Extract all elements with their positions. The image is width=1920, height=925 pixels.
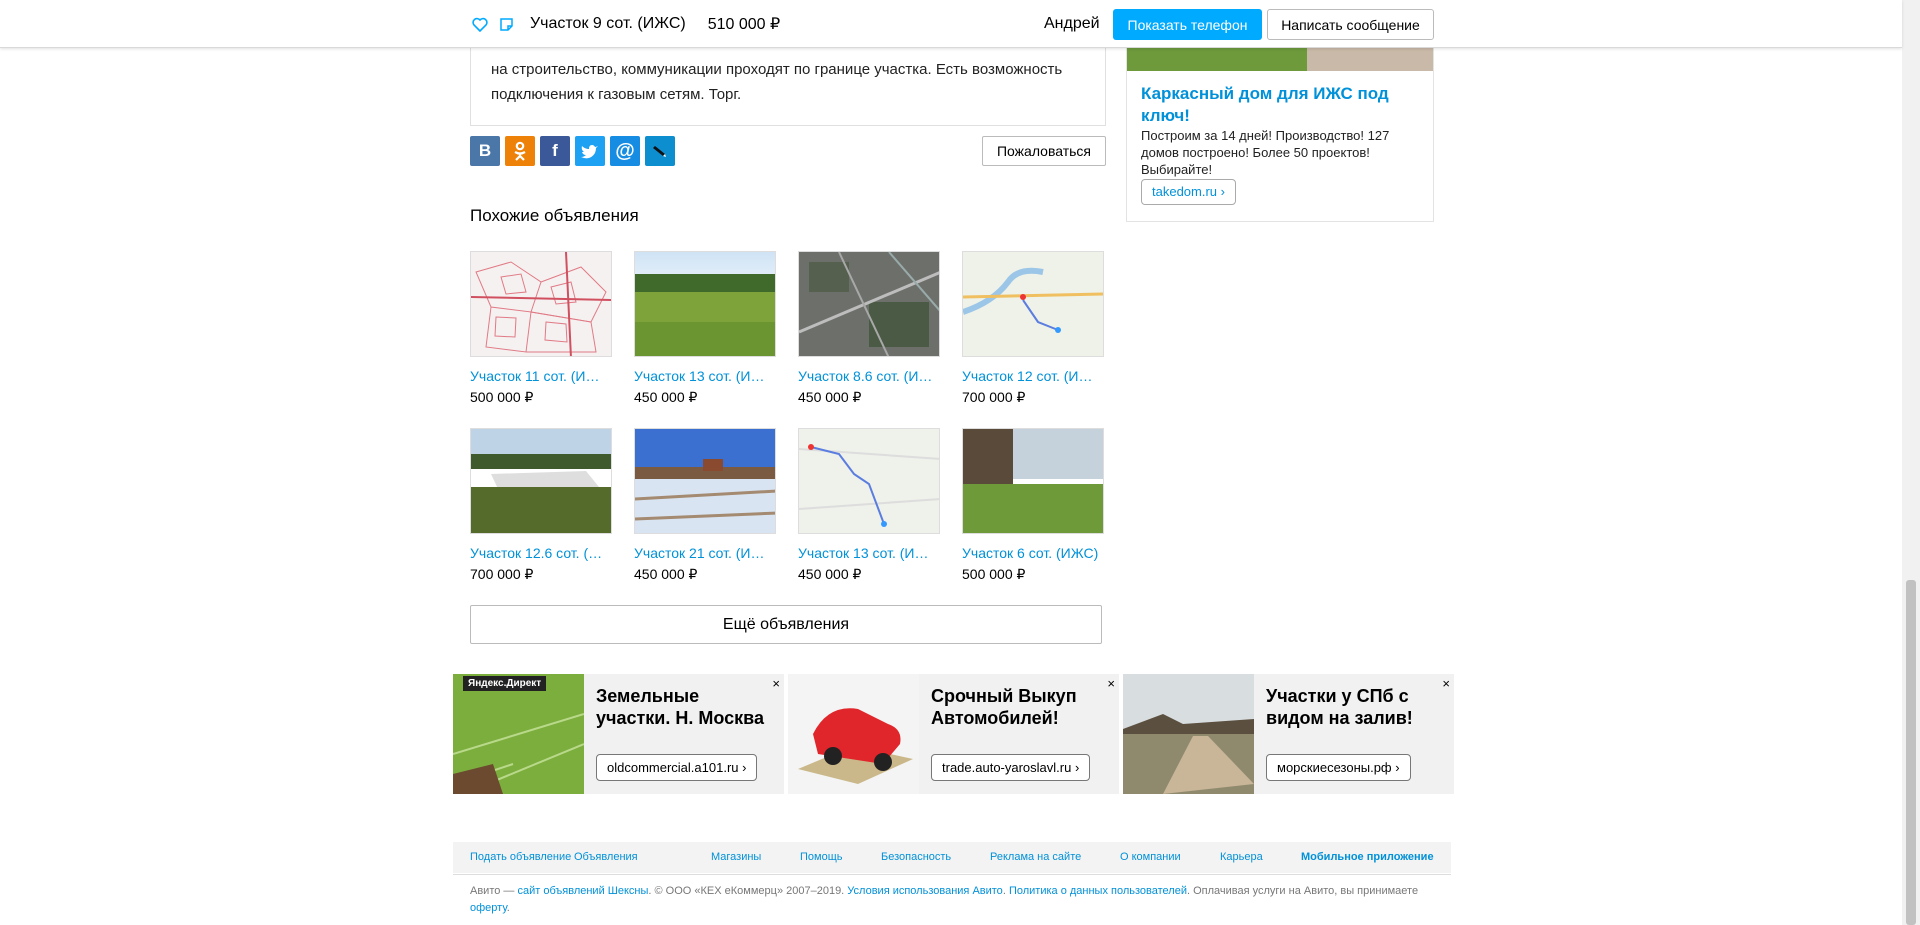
footer-link-post-ad[interactable]: Подать объявление [470,851,571,863]
similar-ad-thumbnail[interactable] [634,251,776,357]
similar-ad-title[interactable]: Участок 13 сот. (ИЖС) [798,545,940,561]
close-icon[interactable]: × [772,676,780,691]
similar-ad-card[interactable]: Участок 12 сот. (ИЖС) 700 000 ₽ [962,251,1104,406]
sticky-header: Участок 9 сот. (ИЖС) 510 000 ₽ Андрей По… [0,0,1902,48]
bottom-ad-url-button[interactable]: морскиесезоны.рф › [1266,754,1411,781]
yandex-direct-label: Яндекс.Директ [463,676,547,691]
similar-ad-thumbnail[interactable] [962,428,1104,534]
similar-ad-thumbnail[interactable] [470,428,612,534]
bottom-ad-title[interactable]: Срочный Выкуп Автомобилей! [931,685,1111,729]
similar-ad-card[interactable]: Участок 13 сот. (ИЖС) 450 000 ₽ [798,428,940,583]
mail-share-icon[interactable]: @ [610,136,640,166]
footer-link-help[interactable]: Помощь [800,851,843,863]
similar-ad-title[interactable]: Участок 6 сот. (ИЖС) [962,545,1104,561]
similar-ad-title[interactable]: Участок 11 сот. (ИЖС) [470,368,612,384]
close-icon[interactable]: × [1107,676,1115,691]
similar-ad-price: 450 000 ₽ [798,389,862,405]
copy-link-offer[interactable]: оферту [470,902,507,914]
similar-ad-thumbnail[interactable] [470,251,612,357]
write-message-button[interactable]: Написать сообщение [1267,9,1434,40]
similar-ad-price: 450 000 ₽ [634,389,698,405]
copy-end: . [506,902,510,914]
footer-link-shops[interactable]: Магазины [711,851,761,863]
right-ad-text: Построим за 14 дней! Производство! 127 д… [1141,128,1390,177]
similar-ad-title[interactable]: Участок 12 сот. (ИЖС) [962,368,1104,384]
footer-link-about[interactable]: О компании [1120,851,1181,863]
bottom-ad[interactable]: Яндекс.Директ Земельные участки. Н. Моск… [453,674,784,794]
footer-link-ads[interactable]: Объявления [574,851,638,863]
complain-button[interactable]: Пожаловаться [982,136,1106,166]
bottom-ad[interactable]: Срочный Выкуп Автомобилей! trade.auto-ya… [788,674,1119,794]
similar-ad-title[interactable]: Участок 13 сот. (ИЖС) [634,368,776,384]
copy-tail: . Оплачивая услуги на Авито, вы принимае… [1186,885,1419,897]
close-icon[interactable]: × [1442,676,1450,691]
livejournal-share-icon[interactable] [645,136,675,166]
similar-ad-card[interactable]: Участок 8.6 сот. (ИЖС) 450 000 ₽ [798,251,940,406]
note-icon[interactable] [496,14,516,34]
footer-link-advertising[interactable]: Реклама на сайте [990,851,1081,863]
similar-ad-title[interactable]: Участок 8.6 сот. (ИЖС) [798,368,940,384]
header-title: Участок 9 сот. (ИЖС) [530,15,686,32]
bottom-ad[interactable]: Участки у СПб с видом на залив! морскиес… [1123,674,1454,794]
similar-ad-thumbnail[interactable] [962,251,1104,357]
bottom-ad-image [788,674,919,794]
copy-prefix: Авито — [470,885,518,897]
similar-ad-title[interactable]: Участок 21 сот. (ИЖС) [634,545,776,561]
header-price: 510 000 ₽ [707,16,781,33]
similar-ad-price: 700 000 ₽ [962,389,1026,405]
similar-ad-price: 700 000 ₽ [470,566,534,582]
footer-link-careers[interactable]: Карьера [1220,851,1263,863]
right-ad-title[interactable]: Каркасный дом для ИЖС под ключ! [1141,83,1421,127]
footer-copyright: Авито — сайт объявлений Шексны. © ООО «К… [470,883,1430,917]
similar-ad-card[interactable]: Участок 12.6 сот. (ИЖС) 700 000 ₽ [470,428,612,583]
footer-divider [453,874,1451,875]
favorite-heart-icon[interactable] [470,14,490,34]
similar-ads-title: Похожие объявления [470,206,639,225]
similar-ad-price: 500 000 ₽ [470,389,534,405]
copy-link-privacy[interactable]: Политика о данных пользователей [1009,885,1187,897]
facebook-share-icon[interactable]: f [540,136,570,166]
show-phone-button[interactable]: Показать телефон [1113,9,1262,40]
bottom-ad-image [1123,674,1254,794]
twitter-share-icon[interactable] [575,136,605,166]
similar-ad-card[interactable]: Участок 6 сот. (ИЖС) 500 000 ₽ [962,428,1104,583]
right-ad-url-button[interactable]: takedom.ru › [1141,179,1236,205]
copy-mid: . © ООО «КЕХ еКоммерц» 2007–2019. [648,885,848,897]
page-scrollbar[interactable] [1902,0,1920,925]
similar-ad-card[interactable]: Участок 11 сот. (ИЖС) 500 000 ₽ [470,251,612,406]
seller-name[interactable]: Андрей [1044,15,1100,33]
similar-ad-card[interactable]: Участок 21 сот. (ИЖС) 450 000 ₽ [634,428,776,583]
similar-ad-card[interactable]: Участок 13 сот. (ИЖС) 450 000 ₽ [634,251,776,406]
bottom-ad-url-button[interactable]: trade.auto-yaroslavl.ru › [931,754,1091,781]
right-sidebar-ad[interactable]: Каркасный дом для ИЖС под ключ! Построим… [1126,30,1434,222]
bottom-ad-title[interactable]: Участки у СПб с видом на залив! [1266,685,1446,729]
footer-nav: Подать объявление Объявления Магазины По… [453,842,1451,873]
similar-ad-price: 450 000 ₽ [634,566,698,582]
vk-share-icon[interactable]: В [470,136,500,166]
odnoklassniki-share-icon[interactable] [505,136,535,166]
bottom-ad-image [453,674,584,794]
more-ads-button[interactable]: Ещё объявления [470,605,1102,644]
similar-ad-thumbnail[interactable] [634,428,776,534]
similar-ad-title[interactable]: Участок 12.6 сот. (ИЖС) [470,545,612,561]
bottom-ad-title[interactable]: Земельные участки. Н. Москва [596,685,776,729]
similar-ad-thumbnail[interactable] [798,251,940,357]
description-text: на строительство, коммуникации проходят … [491,61,1063,103]
copy-link-terms[interactable]: Условия использования Авито [847,885,1003,897]
header-left: Участок 9 сот. (ИЖС) 510 000 ₽ [470,14,780,34]
bottom-ad-url-button[interactable]: oldcommercial.a101.ru › [596,754,758,781]
similar-ad-thumbnail[interactable] [798,428,940,534]
copy-link-site[interactable]: сайт объявлений Шексны [517,885,648,897]
footer-link-security[interactable]: Безопасность [881,851,951,863]
similar-ad-price: 500 000 ₽ [962,566,1026,582]
similar-ad-price: 450 000 ₽ [798,566,862,582]
scrollbar-thumb[interactable] [1906,580,1916,925]
footer-link-mobile-app[interactable]: Мобильное приложение [1301,851,1434,863]
share-buttons: В f @ [470,136,675,166]
